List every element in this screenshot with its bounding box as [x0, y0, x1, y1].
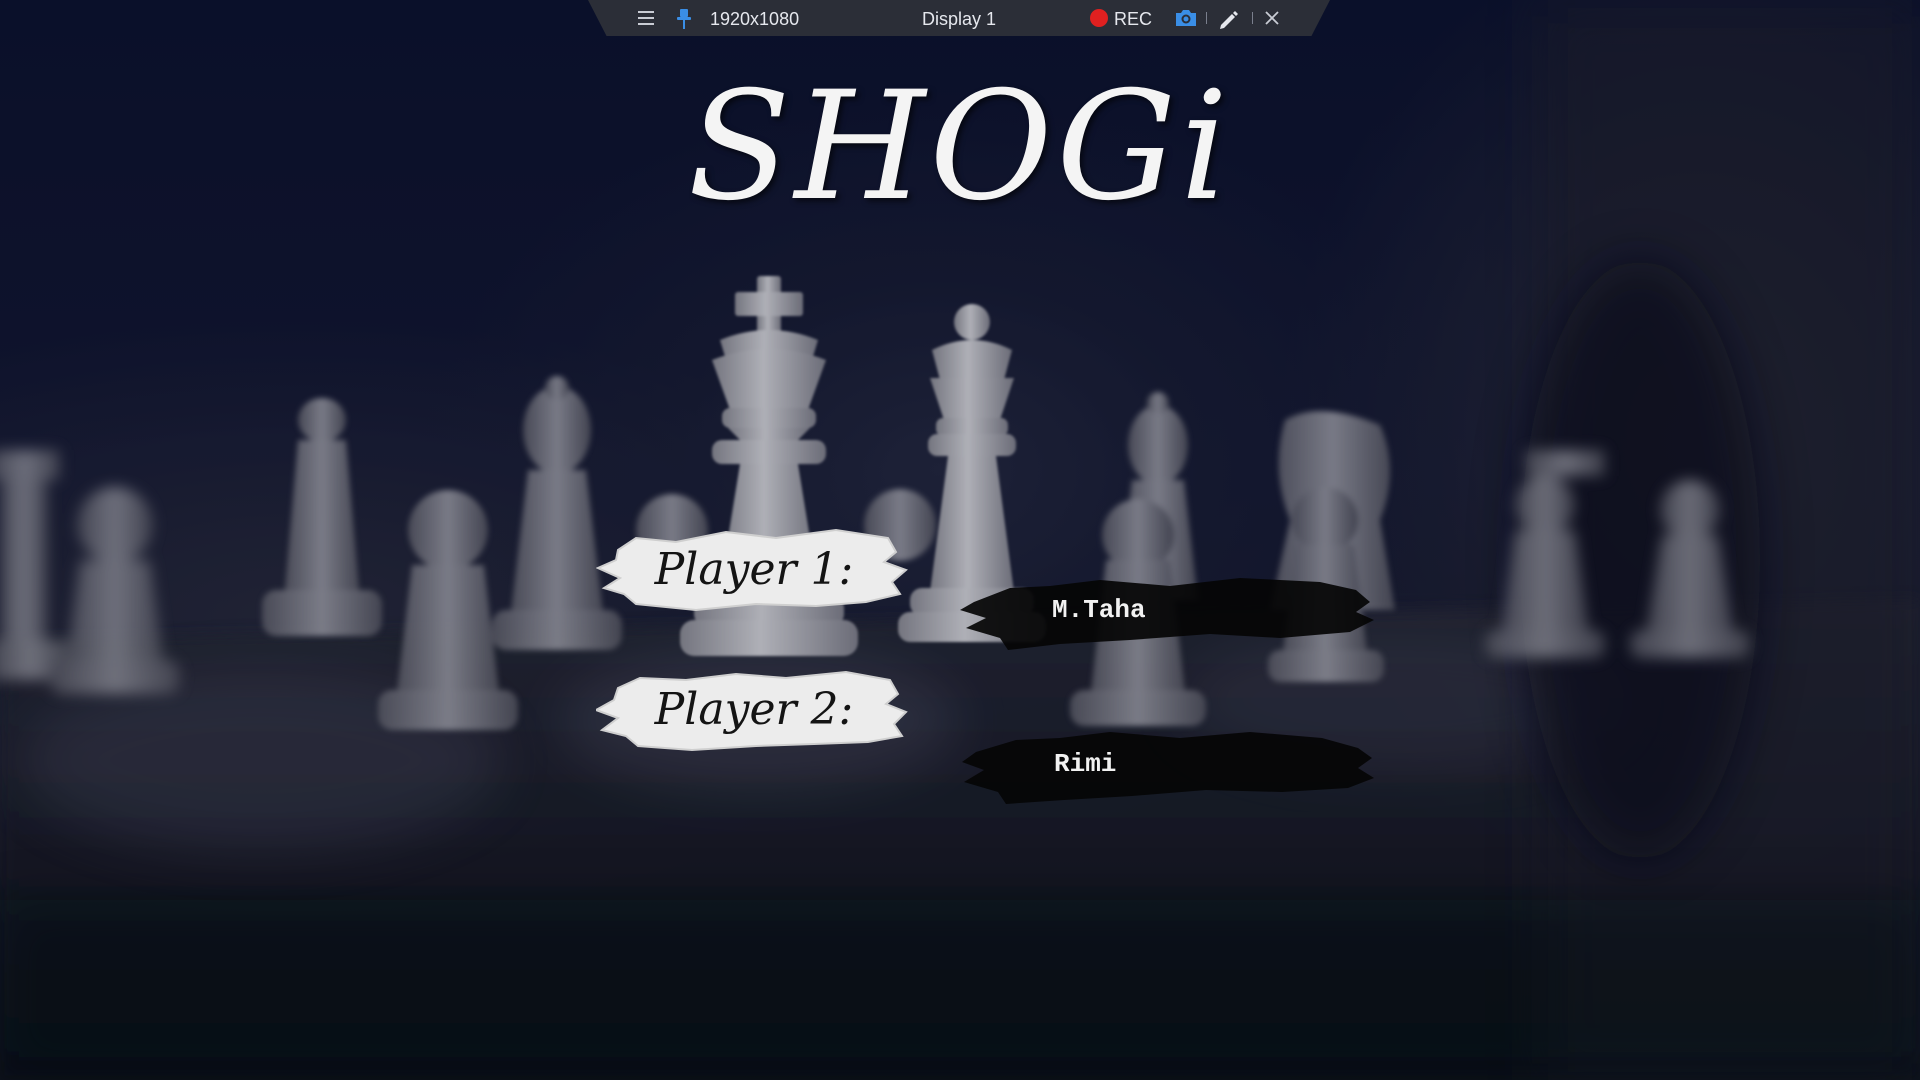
display-toolbar: 1920x1080 Display 1 REC: [588, 0, 1330, 36]
player-1-name: M.Taha: [1052, 595, 1146, 625]
hamburger-menu-icon[interactable]: [636, 8, 656, 28]
close-icon[interactable]: [1264, 10, 1280, 26]
player-2-name: Rimi: [1054, 749, 1117, 779]
camera-icon[interactable]: [1174, 8, 1198, 28]
pen-icon[interactable]: [1218, 8, 1240, 30]
black-brush-stroke: [962, 732, 1374, 804]
game-screen: SHOGi Player 1: M.Taha Player 2: Rimi 19…: [0, 0, 1920, 1080]
toolbar-separator: [1206, 12, 1207, 24]
player-1-label-badge: Player 1:: [596, 524, 912, 614]
player-2-label: Player 2:: [654, 683, 854, 735]
rec-button-label[interactable]: REC: [1114, 0, 1152, 36]
record-dot-icon[interactable]: [1090, 9, 1108, 27]
toolbar-separator: [1252, 12, 1253, 24]
player-2-label-badge: Player 2:: [596, 664, 912, 754]
player-1-name-field[interactable]: M.Taha: [960, 568, 1376, 652]
display-name[interactable]: Display 1: [922, 0, 996, 36]
resolution-text: 1920x1080: [710, 9, 800, 29]
pin-icon[interactable]: [674, 8, 694, 30]
black-brush-stroke: [960, 578, 1374, 650]
player-1-label: Player 1:: [654, 543, 854, 595]
game-title: SHOGi: [687, 60, 1233, 234]
player-2-name-field[interactable]: Rimi: [960, 722, 1376, 806]
